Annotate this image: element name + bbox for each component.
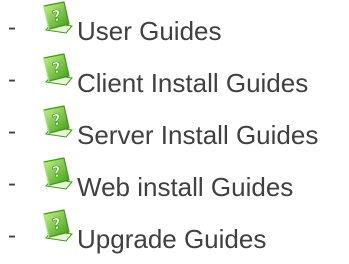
web-install-guides-link[interactable]: Web install Guides	[77, 172, 293, 202]
help-book-icon: ?	[36, 104, 76, 142]
list-item: - ? Web install Guides	[0, 156, 349, 208]
user-guides-link[interactable]: User Guides	[77, 16, 222, 46]
list-item: - ? User Guides	[0, 0, 349, 52]
server-install-guides-link[interactable]: Server Install Guides	[77, 120, 318, 150]
help-book-icon: ?	[36, 208, 76, 246]
help-book-icon: ?	[36, 156, 76, 194]
list-item: - ? Server Install Guides	[0, 104, 349, 156]
bullet-dash: -	[8, 14, 16, 41]
list-item: - ? Client Install Guides	[0, 52, 349, 104]
help-book-icon: ?	[36, 52, 76, 90]
guide-list: - ? User Guides - ? Client Install Guide…	[0, 0, 349, 260]
client-install-guides-link[interactable]: Client Install Guides	[77, 68, 308, 98]
bullet-dash: -	[8, 118, 16, 145]
bullet-dash: -	[8, 222, 16, 249]
help-book-icon: ?	[36, 0, 76, 38]
bullet-dash: -	[8, 66, 16, 93]
bullet-dash: -	[8, 170, 16, 197]
list-item: - ? Upgrade Guides	[0, 208, 349, 260]
upgrade-guides-link[interactable]: Upgrade Guides	[77, 224, 266, 254]
